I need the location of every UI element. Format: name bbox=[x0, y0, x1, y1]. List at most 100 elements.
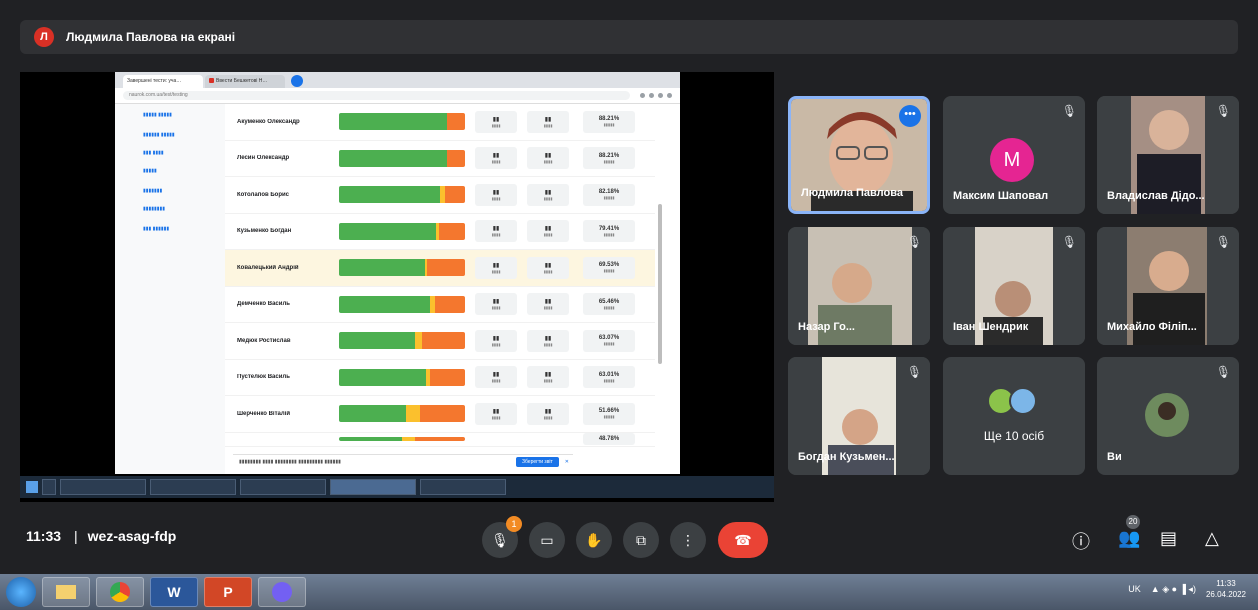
stat-box: ▮▮ ▮▮▮▮ bbox=[475, 402, 517, 425]
people-button[interactable]: 👥 bbox=[1118, 528, 1140, 549]
stat-box: ▮▮ ▮▮▮▮ bbox=[475, 183, 517, 206]
folder-icon bbox=[56, 585, 76, 599]
stat-box: ▮▮ ▮▮▮▮ bbox=[527, 256, 569, 279]
shared-taskbar-item bbox=[240, 479, 326, 495]
meeting-info-button[interactable]: ⓘ bbox=[1072, 528, 1090, 554]
present-icon: ⧉ bbox=[636, 531, 646, 548]
mic-off-icon: 🎙 bbox=[906, 235, 922, 249]
activities-button[interactable]: △ bbox=[1205, 528, 1219, 549]
correct-segment bbox=[339, 149, 448, 167]
percent-box: 69.53% ▮▮▮▮▮ bbox=[583, 256, 635, 279]
mic-off-icon: 🎙 bbox=[906, 365, 922, 379]
shared-taskbar-item bbox=[330, 479, 416, 495]
avatar: M bbox=[990, 138, 1034, 182]
shared-taskbar-item bbox=[150, 479, 236, 495]
cookie-notice: ▮▮▮▮▮▮▮▮ ▮▮▮▮ ▮▮▮▮▮▮▮▮ ▮▮▮▮▮▮▮▮▮ ▮▮▮▮▮▮ … bbox=[233, 454, 573, 468]
participant-name: Михайло Філіп... bbox=[1107, 321, 1197, 333]
shared-taskbar-item bbox=[420, 479, 506, 495]
score-bar bbox=[339, 332, 465, 350]
correct-segment bbox=[339, 186, 440, 204]
avatar bbox=[1009, 387, 1037, 415]
extension-icons bbox=[640, 93, 672, 98]
participant-name: Максим Шаповал bbox=[953, 190, 1049, 202]
participant-tile[interactable]: 🎙 Владислав Дідо... bbox=[1097, 96, 1239, 214]
participant-tile[interactable]: 🎙 M Максим Шаповал bbox=[943, 96, 1085, 214]
student-row: Лесин Олександр ▮▮ ▮▮▮▮ ▮▮ ▮▮▮▮ 88.21% ▮▮▮▮▮ bbox=[225, 141, 655, 177]
language-indicator[interactable]: UK bbox=[1128, 584, 1141, 594]
mic-off-icon: 🎙 bbox=[1215, 235, 1231, 249]
explorer-button[interactable] bbox=[42, 577, 90, 607]
score-bar bbox=[339, 149, 465, 167]
more-options-icon[interactable]: ••• bbox=[899, 105, 921, 127]
mic-toggle-button[interactable]: 🎙 1 bbox=[482, 516, 522, 558]
shared-start-icon bbox=[26, 481, 38, 493]
mic-off-icon: 🎙 bbox=[1061, 104, 1077, 118]
percent-box: 51.66% ▮▮▮▮▮ bbox=[583, 402, 635, 425]
tray-icons[interactable]: ▲ ◈ ● ▐ ◂) bbox=[1151, 584, 1196, 595]
chrome-button[interactable] bbox=[96, 577, 144, 607]
powerpoint-button[interactable]: P bbox=[204, 577, 252, 607]
more-options-button[interactable]: ⋮ bbox=[670, 522, 706, 558]
wrong-segment bbox=[422, 332, 465, 350]
browser-tabs: Завершені тести: уча… Ввести Бешкетові Н… bbox=[115, 72, 680, 88]
student-name: Демченко Василь bbox=[237, 301, 290, 308]
correct-segment bbox=[339, 222, 437, 240]
windows-taskbar: W P UK ▲ ◈ ● ▐ ◂) 11:33 26.04.2022 bbox=[0, 574, 1258, 610]
mic-off-icon: 🎙 bbox=[1061, 235, 1077, 249]
shared-screen: Завершені тести: уча… Ввести Бешкетові Н… bbox=[20, 72, 774, 502]
people-count-badge: 20 bbox=[1126, 515, 1140, 529]
stat-box: ▮▮ ▮▮▮▮ bbox=[475, 110, 517, 133]
raise-hand-button[interactable]: ✋ bbox=[576, 522, 612, 558]
student-results-list: Акуменко Олександр ▮▮ ▮▮▮▮ ▮▮ ▮▮▮▮ 88.21% ▮▮▮▮… bbox=[225, 104, 655, 447]
participant-name: Богдан Кузьмен... bbox=[798, 451, 895, 463]
more-participants-tile[interactable]: Ще 10 осіб bbox=[943, 357, 1085, 475]
start-button[interactable] bbox=[6, 577, 36, 607]
more-icon: ⋮ bbox=[681, 531, 695, 548]
participant-tile[interactable]: 🎙 Назар Го... bbox=[788, 227, 930, 345]
score-bar bbox=[339, 259, 465, 277]
participant-tile-presenter[interactable]: ••• Людмила Павлова bbox=[788, 96, 930, 214]
participant-tile[interactable]: 🎙 Богдан Кузьмен... bbox=[788, 357, 930, 475]
shared-taskbar-item bbox=[60, 479, 146, 495]
percent-box: 79.41% ▮▮▮▮▮ bbox=[583, 220, 635, 243]
wrong-segment bbox=[419, 405, 465, 423]
end-call-icon: ☎ bbox=[734, 531, 752, 548]
stat-box: ▮▮ ▮▮▮▮ bbox=[527, 366, 569, 389]
participant-name: Іван Шендрик bbox=[953, 321, 1029, 333]
stat-box: ▮▮ ▮▮▮▮ bbox=[475, 329, 517, 352]
mic-off-icon: 🎙 bbox=[1215, 104, 1231, 118]
student-row: Медюк Ростислав ▮▮ ▮▮▮▮ ▮▮ ▮▮▮▮ 63.07% ▮▮▮▮▮ bbox=[225, 323, 655, 360]
meeting-clock: 11:33 bbox=[26, 528, 62, 544]
participant-tile[interactable]: 🎙 Іван Шендрик bbox=[943, 227, 1085, 345]
stat-box: ▮▮ ▮▮▮▮ bbox=[527, 220, 569, 243]
student-name: Пустелюк Василь bbox=[237, 374, 290, 381]
page-scrollbar bbox=[658, 204, 662, 364]
chrome-icon bbox=[110, 582, 130, 602]
new-tab-icon bbox=[291, 75, 303, 87]
stat-box: ▮▮ ▮▮▮▮ bbox=[527, 293, 569, 316]
wrong-segment bbox=[447, 149, 465, 167]
score-bar bbox=[339, 405, 465, 423]
student-row: Кузьменко Богдан ▮▮ ▮▮▮▮ ▮▮ ▮▮▮▮ 79.41% ▮▮▮▮▮ bbox=[225, 214, 655, 250]
camera-toggle-button[interactable]: ▭ bbox=[529, 522, 565, 558]
address-bar: naurok.com.ua/test/testing bbox=[123, 91, 630, 100]
present-button[interactable]: ⧉ bbox=[623, 522, 659, 558]
self-tile[interactable]: 🎙 Ви bbox=[1097, 357, 1239, 475]
browser-toolbar: naurok.com.ua/test/testing bbox=[115, 88, 680, 104]
participant-tile[interactable]: 🎙 Михайло Філіп... bbox=[1097, 227, 1239, 345]
meeting-code: | wez-asag-fdp bbox=[74, 528, 177, 544]
end-call-button[interactable]: ☎ bbox=[718, 522, 768, 558]
chat-button[interactable]: ▤ bbox=[1160, 528, 1177, 549]
tab-favicon-icon bbox=[209, 78, 214, 84]
word-button[interactable]: W bbox=[150, 577, 198, 607]
stat-box: ▮▮ ▮▮▮▮ bbox=[527, 329, 569, 352]
score-bar bbox=[339, 368, 465, 386]
stat-box: ▮▮ ▮▮▮▮ bbox=[527, 183, 569, 206]
percent-box: 82.18% ▮▮▮▮▮ bbox=[583, 183, 635, 206]
results-page: ▮▮▮▮▮ ▮▮▮▮▮ ▮▮▮▮▮▮ ▮▮▮▮▮ ▮▮▮ ▮▮▮▮ ▮▮▮▮▮ … bbox=[115, 104, 680, 474]
student-row: Котолапов Борис ▮▮ ▮▮▮▮ ▮▮ ▮▮▮▮ 82.18% ▮▮▮▮▮ bbox=[225, 177, 655, 214]
viber-button[interactable] bbox=[258, 577, 306, 607]
system-clock[interactable]: 11:33 26.04.2022 bbox=[1206, 578, 1246, 600]
shared-screen-taskbar bbox=[20, 476, 774, 498]
stat-box: ▮▮ ▮▮▮▮ bbox=[475, 220, 517, 243]
